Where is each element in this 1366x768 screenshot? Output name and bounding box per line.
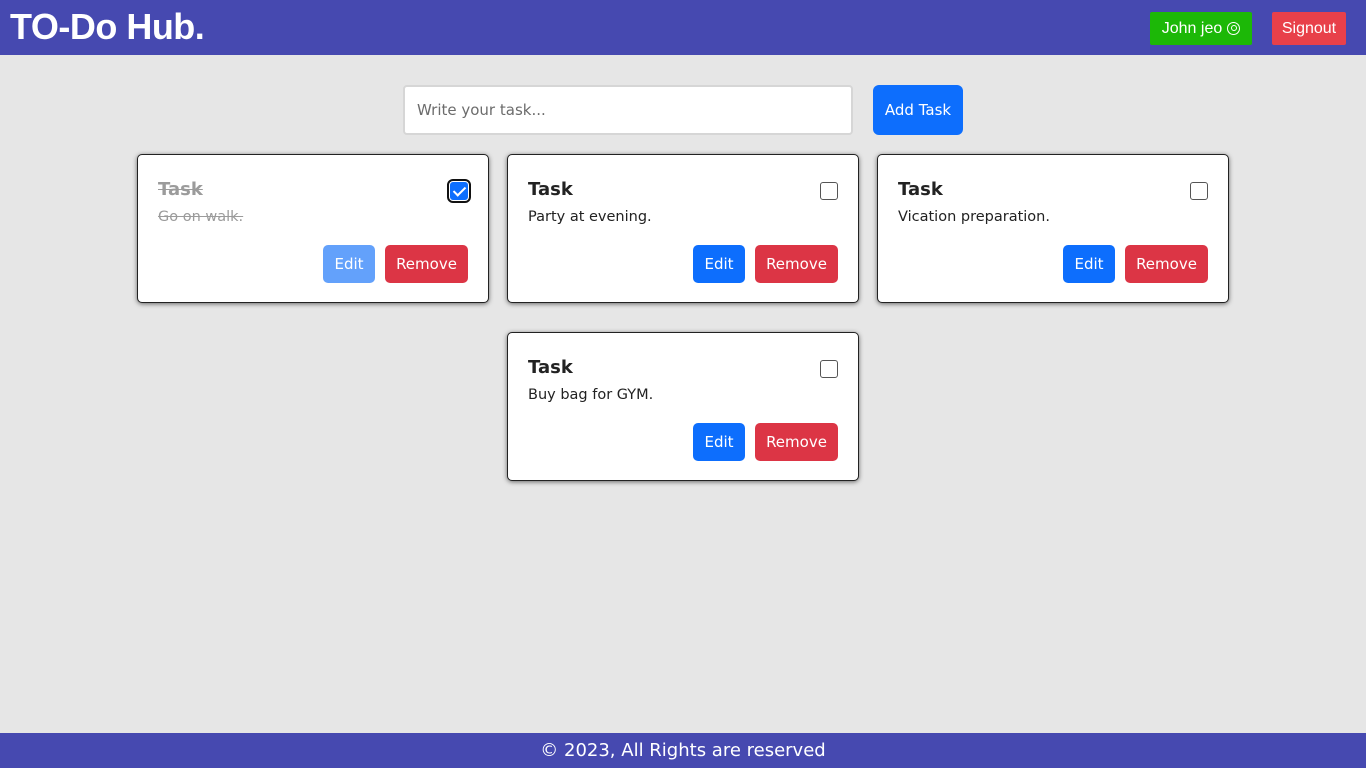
edit-button[interactable]: Edit	[693, 423, 745, 461]
task-card: Task Go on walk. Edit Remove	[137, 154, 489, 303]
task-title: Task	[528, 357, 573, 378]
signout-button[interactable]: Signout	[1272, 12, 1346, 45]
navbar: TO-Do Hub. John jeo Signout	[0, 0, 1366, 55]
remove-button[interactable]: Remove	[755, 245, 838, 283]
footer: © 2023, All Rights are reserved	[0, 733, 1366, 768]
task-complete-checkbox[interactable]	[447, 179, 471, 203]
copyright-text: © 2023, All Rights are reserved	[540, 740, 826, 761]
task-title: Task	[898, 179, 943, 200]
task-complete-checkbox[interactable]	[820, 182, 838, 200]
user-name-label: John jeo	[1161, 19, 1223, 37]
remove-button[interactable]: Remove	[385, 245, 468, 283]
brand-title: TO-Do Hub.	[10, 6, 205, 47]
task-card: Task Vication preparation. Edit Remove	[877, 154, 1229, 303]
remove-button[interactable]: Remove	[755, 423, 838, 461]
add-task-button[interactable]: Add Task	[873, 85, 963, 135]
task-description: Buy bag for GYM.	[528, 387, 654, 403]
task-complete-checkbox[interactable]	[1190, 182, 1208, 200]
task-description: Vication preparation.	[898, 209, 1050, 225]
task-title: Task	[528, 179, 573, 200]
task-complete-checkbox[interactable]	[820, 360, 838, 378]
edit-button[interactable]: Edit	[1063, 245, 1115, 283]
remove-button[interactable]: Remove	[1125, 245, 1208, 283]
task-description: Go on walk.	[158, 209, 244, 225]
task-card: Task Party at evening. Edit Remove	[507, 154, 859, 303]
edit-button[interactable]: Edit	[693, 245, 745, 283]
task-input[interactable]	[403, 85, 853, 135]
edit-button[interactable]: Edit	[323, 245, 375, 283]
task-card: Task Buy bag for GYM. Edit Remove	[507, 332, 859, 481]
task-title: Task	[158, 179, 203, 200]
task-description: Party at evening.	[528, 209, 652, 225]
user-profile-button[interactable]: John jeo	[1150, 12, 1252, 45]
user-circle-icon	[1227, 22, 1241, 35]
